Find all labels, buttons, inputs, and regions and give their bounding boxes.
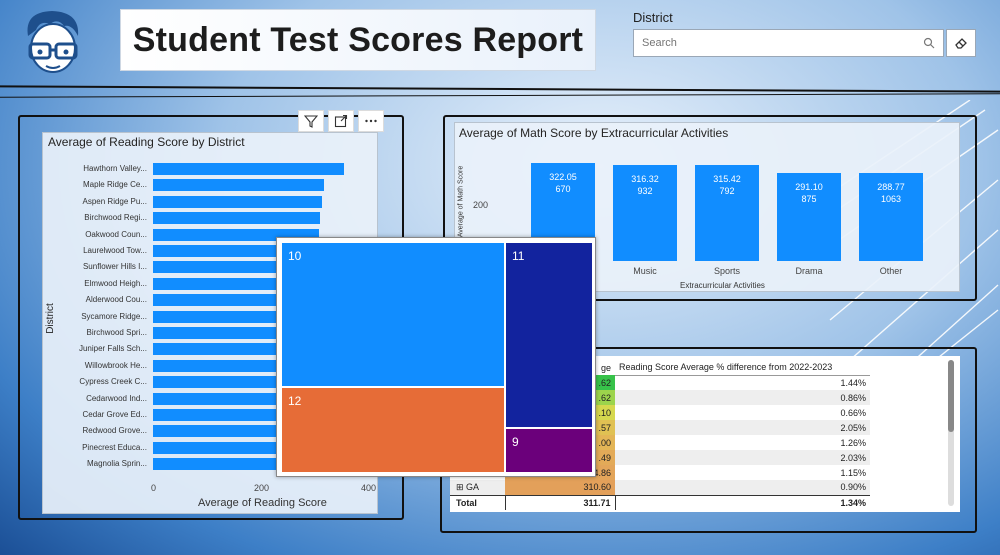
nerd-face-logo bbox=[27, 11, 79, 73]
bar-count-label: 1063 bbox=[880, 194, 902, 205]
matrix-avg-cell: 310.60 bbox=[505, 480, 615, 495]
matrix-total-row: Total 311.71 1.34% bbox=[450, 495, 870, 510]
bar-value-label: 315.42 bbox=[713, 174, 741, 185]
matrix-diff-cell: 0.86% bbox=[840, 392, 866, 403]
math-chart-xlabel: Extracurricular Activities bbox=[680, 281, 765, 290]
district-label: Redwood Grove... bbox=[82, 426, 147, 436]
matrix-total-avg: 311.71 bbox=[504, 495, 615, 510]
activity-label: Drama bbox=[795, 266, 823, 276]
bar-count-label: 932 bbox=[637, 186, 653, 197]
district-label: Birchwood Regi... bbox=[84, 213, 147, 223]
district-label: Juniper Falls Sch... bbox=[78, 344, 147, 354]
district-search-box[interactable] bbox=[633, 29, 944, 57]
treemap-tile-grade-9[interactable]: 9 bbox=[506, 429, 592, 472]
bar-count-label: 875 bbox=[801, 193, 817, 204]
matrix-scrollbar-thumb[interactable] bbox=[948, 360, 954, 432]
district-label: Magnolia Sprin... bbox=[86, 459, 147, 469]
matrix-diff-cell: 1.26% bbox=[840, 437, 866, 448]
district-label: Oakwood Coun... bbox=[85, 229, 147, 239]
district-label: Laurelwood Tow... bbox=[83, 246, 147, 255]
matrix-diff-cell: 1.15% bbox=[840, 467, 866, 478]
filter-button[interactable] bbox=[298, 110, 324, 132]
reading-score-bar[interactable] bbox=[153, 179, 325, 192]
bar-count-label: 670 bbox=[555, 184, 571, 195]
divider-line bbox=[0, 85, 1000, 93]
activity-label: Other bbox=[879, 266, 903, 276]
visual-header-toolbar bbox=[298, 110, 384, 132]
district-label: Cedar Grove Ed... bbox=[82, 410, 147, 419]
treemap-tile-label: 11 bbox=[512, 249, 525, 263]
treemap-tile-label: 12 bbox=[288, 394, 302, 408]
report-title-box: Student Test Scores Report bbox=[120, 9, 596, 71]
treemap-tile-label: 9 bbox=[512, 435, 519, 449]
x-tick-0: 0 bbox=[151, 483, 157, 493]
district-label: Birchwood Spri... bbox=[86, 328, 147, 337]
matrix-total-label: Total bbox=[456, 497, 477, 508]
activity-label: Music bbox=[633, 266, 657, 276]
divider-line bbox=[0, 93, 1000, 98]
filter-icon bbox=[304, 115, 318, 128]
bar-value-label: 291.10 bbox=[795, 181, 823, 192]
matrix-header-diff: Reading Score Average % difference from … bbox=[615, 360, 870, 376]
matrix-row[interactable]: ⊞ GA 310.60 0.90% bbox=[450, 480, 870, 495]
activity-label: Sports bbox=[713, 266, 740, 276]
bar-value-label: 316.32 bbox=[631, 174, 659, 185]
focus-mode-icon bbox=[334, 114, 348, 128]
district-label: Willowbrook He... bbox=[84, 360, 147, 370]
reading-score-bar[interactable] bbox=[153, 195, 322, 208]
x-tick-400: 400 bbox=[361, 483, 377, 493]
x-tick-200: 200 bbox=[254, 483, 270, 493]
math-score-bar[interactable]: 288.77 1063 bbox=[859, 173, 923, 261]
treemap-popup[interactable]: 10 11 12 9 bbox=[276, 237, 596, 477]
reading-score-bar[interactable] bbox=[153, 212, 321, 225]
math-score-bar[interactable]: 291.10 875 bbox=[777, 172, 841, 261]
district-label: Hawthorn Valley... bbox=[83, 164, 147, 173]
bar-value-label: 288.77 bbox=[877, 182, 905, 193]
matrix-state-cell[interactable]: ⊞ GA bbox=[450, 480, 505, 495]
reading-chart-title: Average of Reading Score by District bbox=[48, 135, 245, 149]
district-label: Aspen Ridge Pu... bbox=[82, 196, 147, 206]
bar-count-label: 792 bbox=[719, 186, 735, 197]
district-label: Sunflower Hills I... bbox=[82, 262, 147, 272]
clear-selection-button[interactable] bbox=[946, 29, 976, 57]
district-search-input[interactable] bbox=[642, 37, 923, 49]
more-options-button[interactable] bbox=[358, 110, 384, 132]
matrix-diff-cell: 0.66% bbox=[840, 407, 866, 418]
matrix-diff-cell: 2.05% bbox=[840, 422, 866, 433]
district-label: Elmwood Heigh... bbox=[84, 278, 147, 288]
district-label: Sycamore Ridge... bbox=[81, 311, 147, 321]
reading-score-bar[interactable] bbox=[153, 163, 344, 175]
reading-chart-xlabel: Average of Reading Score bbox=[198, 497, 327, 509]
bar-value-label: 322.05 bbox=[549, 172, 577, 183]
district-label: Pinecrest Educa... bbox=[82, 442, 147, 452]
more-options-icon bbox=[365, 119, 377, 123]
treemap-tile-grade-11[interactable]: 11 bbox=[506, 243, 592, 427]
matrix-total-diff: 1.34% bbox=[614, 495, 870, 510]
treemap-tile-grade-12[interactable]: 12 bbox=[282, 388, 504, 472]
eraser-icon bbox=[955, 38, 967, 49]
math-score-bar[interactable]: 316.32 932 bbox=[613, 165, 677, 261]
district-label: Cypress Creek C... bbox=[79, 377, 147, 387]
math-score-bar[interactable]: 315.42 792 bbox=[695, 165, 759, 261]
district-label: Alderwood Cou... bbox=[85, 295, 147, 305]
matrix-diff-cell: 2.03% bbox=[840, 452, 866, 463]
matrix-diff-cell: 0.90% bbox=[840, 482, 866, 493]
focus-mode-button[interactable] bbox=[328, 110, 354, 132]
search-icon[interactable] bbox=[923, 37, 935, 49]
treemap-tile-label: 10 bbox=[288, 249, 302, 263]
report-title: Student Test Scores Report bbox=[132, 20, 584, 59]
district-filter-label: District bbox=[633, 10, 673, 25]
district-label: Cedarwood Ind... bbox=[86, 393, 147, 403]
matrix-diff-cell: 1.44% bbox=[840, 377, 866, 388]
treemap-tile-grade-10[interactable]: 10 bbox=[282, 243, 504, 386]
district-label: Maple Ridge Ce... bbox=[82, 180, 147, 190]
